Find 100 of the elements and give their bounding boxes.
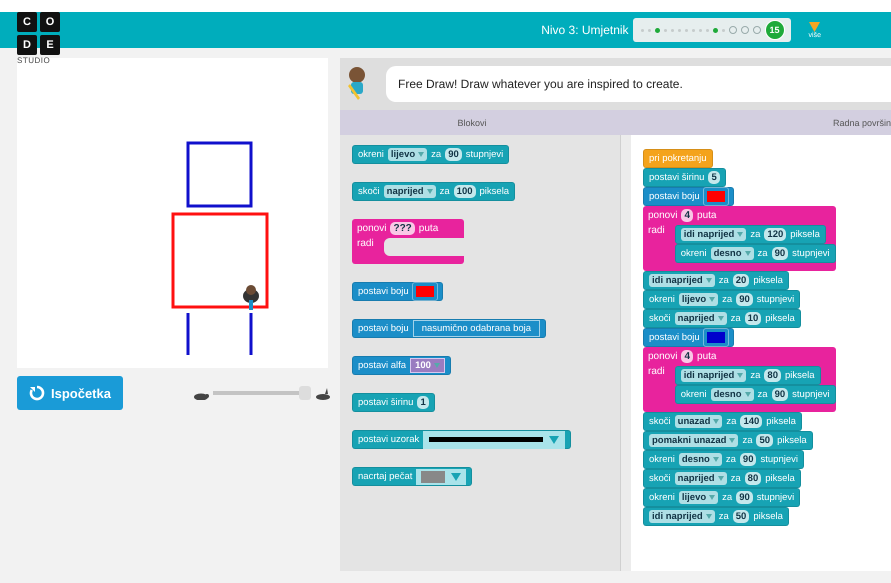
scrollbar[interactable] (620, 135, 631, 571)
code-block[interactable]: postavi boju (643, 187, 734, 206)
dropdown-field[interactable]: desno (710, 247, 754, 260)
color-swatch[interactable] (704, 329, 728, 346)
dropdown-field[interactable]: idi naprijed (649, 510, 715, 523)
number-field[interactable]: 140 (740, 415, 762, 428)
dropdown-field[interactable]: idi naprijed (649, 274, 715, 287)
code-block[interactable]: skoči naprijed za 80 piksela (643, 469, 801, 488)
code-block[interactable]: okreni desno za 90 stupnjevi (674, 244, 836, 263)
progress-ring[interactable] (728, 26, 737, 34)
caret-icon[interactable] (737, 232, 744, 237)
dropdown-field[interactable]: idi naprijed (680, 228, 746, 241)
caret-icon[interactable] (713, 418, 720, 424)
caret-icon[interactable] (744, 250, 751, 256)
dropdown-field[interactable]: idi naprijed (680, 369, 746, 382)
number-field[interactable]: 90 (772, 388, 788, 401)
caret-icon[interactable] (729, 438, 736, 443)
progress-dot[interactable] (640, 28, 644, 32)
caret-icon[interactable] (451, 472, 462, 480)
progress-dot[interactable] (664, 28, 667, 32)
progress-dot[interactable] (712, 28, 718, 32)
code-block[interactable]: postavi širinu 5 (643, 168, 726, 187)
dropdown-field[interactable]: unazad (674, 415, 722, 428)
progress-dot[interactable] (706, 28, 709, 32)
code-block[interactable]: postavi alfa 100 (352, 356, 451, 375)
number-field[interactable]: 90 (445, 148, 462, 161)
code-block[interactable]: postavi boju (643, 328, 734, 347)
number-field[interactable]: 1 (417, 396, 429, 409)
caret-icon[interactable] (709, 296, 716, 302)
dropdown-field[interactable]: lijevo (678, 491, 718, 504)
code-block[interactable]: okreni desno za 90 stupnjevi (643, 450, 804, 469)
caret-icon[interactable] (718, 476, 724, 481)
progress-ring[interactable] (740, 26, 749, 34)
code-block[interactable]: okreni lijevo za 90 stupnjevi (643, 290, 800, 309)
slider-thumb[interactable] (298, 386, 311, 400)
caret-icon[interactable] (718, 316, 724, 321)
code-block[interactable]: okreni lijevo za 90 stupnjevi (352, 145, 510, 164)
caret-icon[interactable] (809, 22, 820, 32)
number-field[interactable]: 90 (772, 247, 788, 260)
progress-dot[interactable] (648, 28, 651, 32)
number-field[interactable]: 100 (454, 185, 476, 198)
progress-dot[interactable] (654, 28, 660, 32)
dropdown-field[interactable]: naprijed (384, 185, 436, 198)
progress-dot[interactable] (670, 28, 674, 32)
number-field[interactable]: 80 (764, 369, 781, 382)
dropdown-field[interactable]: naprijed (674, 472, 727, 485)
progress-dot[interactable] (684, 28, 688, 32)
number-field[interactable]: 90 (736, 293, 753, 306)
dropdown-field[interactable]: lijevo (388, 148, 428, 161)
code-block[interactable]: okreni lijevo za 90 stupnjevi (643, 488, 800, 507)
caret-icon[interactable] (426, 188, 433, 194)
code-block[interactable]: skoči naprijed za 100 piksela (352, 182, 516, 201)
number-field[interactable]: 4 (681, 209, 694, 222)
caret-icon[interactable] (709, 494, 716, 500)
code-block[interactable]: idi naprijed za 20 piksela (643, 271, 789, 290)
progress-dot[interactable] (698, 28, 702, 32)
code-block[interactable]: idi naprijed za 120 piksela (674, 225, 826, 244)
caret-icon[interactable] (549, 436, 560, 444)
stamp-dropdown[interactable] (416, 468, 466, 484)
number-field[interactable]: 4 (681, 350, 694, 363)
color-swatch[interactable] (704, 188, 728, 205)
code-block[interactable]: postavi boju nasumično odabrana boja (352, 319, 546, 338)
code-block[interactable]: postavi širinu 1 (352, 393, 435, 412)
dropdown-field[interactable]: lijevo (678, 293, 718, 306)
number-field[interactable]: 10 (744, 312, 762, 325)
caret-icon[interactable] (706, 514, 712, 519)
pattern-dropdown[interactable] (423, 430, 566, 448)
number-field[interactable]: 90 (736, 491, 753, 504)
caret-icon[interactable] (712, 456, 719, 462)
code-block[interactable]: skoči naprijed za 10 piksela (643, 309, 801, 328)
number-field[interactable]: ??? (390, 222, 415, 235)
progress-dot[interactable] (722, 28, 725, 32)
number-field[interactable]: 50 (756, 434, 774, 447)
dropdown-field[interactable]: naprijed (674, 312, 727, 325)
number-field[interactable]: 5 (708, 171, 720, 184)
code-block[interactable]: idi naprijed za 50 piksela (643, 507, 789, 526)
caret-icon[interactable] (744, 392, 751, 397)
code-block[interactable]: pomakni unazad za 50 piksela (643, 431, 813, 450)
logo[interactable]: C O D E STUDIO (17, 12, 60, 65)
code-block[interactable]: skoči unazad za 140 piksela (643, 412, 802, 431)
repeat-block[interactable]: ponovi ??? puta radi (352, 219, 464, 264)
caret-icon[interactable] (737, 372, 744, 378)
number-field[interactable]: 80 (744, 472, 762, 485)
dropdown-field[interactable]: pomakni unazad (649, 434, 738, 447)
caret-icon[interactable] (434, 362, 440, 368)
number-field[interactable]: 120 (764, 228, 786, 241)
code-block[interactable]: okreni desno za 90 stupnjevi (674, 385, 836, 404)
number-field[interactable]: 90 (740, 453, 756, 466)
progress-ring[interactable] (752, 26, 761, 34)
color-swatch[interactable] (412, 283, 437, 300)
dropdown-field[interactable]: nasumično odabrana boja (412, 320, 540, 337)
progress-dot[interactable] (678, 28, 681, 32)
number-field[interactable]: 50 (732, 510, 750, 523)
code-block[interactable]: postavi boju (352, 282, 443, 301)
caret-icon[interactable] (706, 278, 712, 283)
dropdown-field[interactable]: desno (678, 453, 722, 466)
dropdown-field[interactable]: desno (710, 388, 754, 401)
caret-icon[interactable] (418, 152, 424, 157)
number-field[interactable]: 20 (732, 274, 750, 287)
code-block[interactable]: idi naprijed za 80 piksela (674, 366, 821, 385)
